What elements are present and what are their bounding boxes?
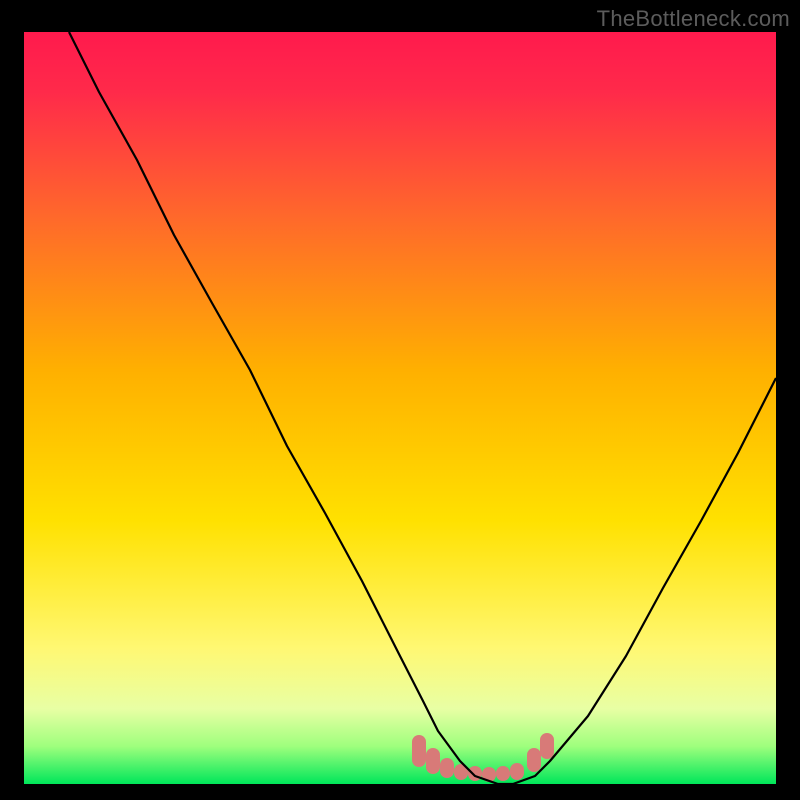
chart-stage: TheBottleneck.com bbox=[0, 0, 800, 800]
bottleneck-plot bbox=[24, 32, 776, 784]
gradient-background bbox=[24, 32, 776, 784]
watermark-text: TheBottleneck.com bbox=[597, 6, 790, 32]
plot-svg bbox=[24, 32, 776, 784]
